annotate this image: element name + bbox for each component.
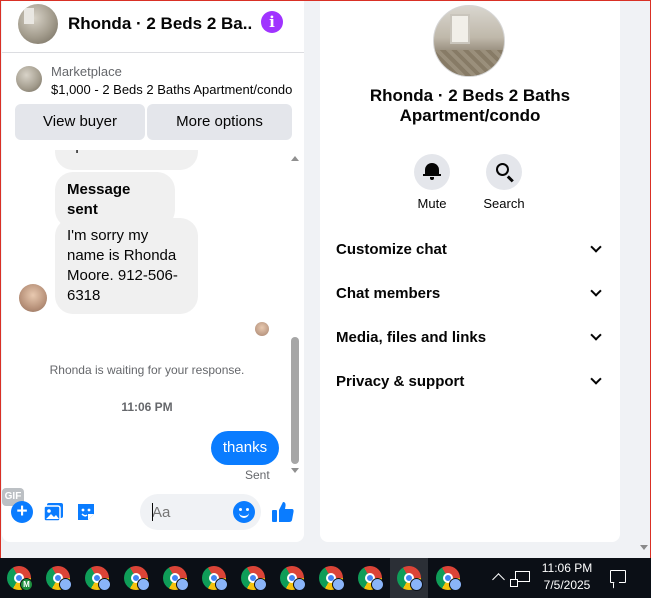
scroll-up-arrow-icon[interactable] <box>291 156 299 161</box>
system-clock[interactable]: 11:06 PM 7/5/2025 <box>532 560 602 594</box>
listing-summary[interactable]: $1,000 - 2 Beds 2 Baths Apartment/condo <box>51 82 292 97</box>
window-scroll-down-icon[interactable] <box>640 545 648 550</box>
sent-status: Sent <box>245 468 270 482</box>
profile-badge-icon <box>137 578 150 591</box>
more-options-button[interactable]: More options <box>147 104 292 140</box>
message-timestamp: 11:06 PM <box>121 400 173 414</box>
taskbar-chrome-app[interactable]: M <box>0 558 38 598</box>
clock-date: 7/5/2025 <box>543 578 591 592</box>
text-caret <box>152 503 153 521</box>
chat-scrollbar-thumb[interactable] <box>291 337 299 464</box>
marketplace-card: Marketplace $1,000 - 2 Beds 2 Baths Apar… <box>2 53 304 150</box>
mute-circle[interactable] <box>414 154 450 190</box>
message-list: 1pm Message sent I'm sorry my name is Rh… <box>2 150 304 482</box>
waiting-notice: Rhonda is waiting for your response. <box>49 363 245 377</box>
notification-icon[interactable] <box>610 570 626 583</box>
view-buyer-button[interactable]: View buyer <box>15 104 145 140</box>
scroll-down-arrow-icon[interactable] <box>291 468 299 473</box>
taskbar-chrome-app[interactable] <box>312 558 350 598</box>
read-receipt-avatar <box>255 322 269 336</box>
taskbar-chrome-app-active[interactable] <box>390 558 428 598</box>
profile-badge-icon <box>449 578 462 591</box>
conversation-info-panel: Rhonda · 2 Beds 2 Baths Apartment/condo … <box>320 0 620 542</box>
sticker-icon[interactable] <box>75 501 97 523</box>
taskbar-chrome-app[interactable] <box>234 558 272 598</box>
info-icon[interactable]: i <box>261 11 283 33</box>
plus-icon[interactable]: + <box>11 501 33 523</box>
message-composer: + GIF <box>2 488 304 536</box>
listing-avatar[interactable] <box>18 4 58 44</box>
privacy-support-section[interactable]: Privacy & support <box>320 361 620 405</box>
message-bubble[interactable]: 1pm <box>55 150 198 170</box>
profile-badge-icon <box>371 578 384 591</box>
chat-members-section[interactable]: Chat members <box>320 273 620 317</box>
bell-icon <box>423 163 441 180</box>
message-bubble[interactable]: I'm sorry my name is Rhonda Moore. 912-5… <box>55 218 198 314</box>
message-text: 1pm <box>67 150 186 156</box>
listing-thumbnail[interactable] <box>16 66 42 92</box>
chat-header[interactable]: Rhonda · 2 Beds 2 Ba... <box>2 0 304 48</box>
chat-title[interactable]: Rhonda · 2 Beds 2 Ba... <box>68 14 253 34</box>
customize-chat-section[interactable]: Customize chat <box>320 229 620 273</box>
chat-panel: Rhonda · 2 Beds 2 Ba... i Marketplace $1… <box>2 0 304 542</box>
clock-time: 11:06 PM <box>541 561 593 575</box>
profile-badge-icon: M <box>20 578 33 591</box>
section-label: Chat members <box>336 285 441 302</box>
section-label: Media, files and links <box>336 329 487 346</box>
conversation-title: Rhonda · 2 Beds 2 Baths Apartment/condo <box>369 86 571 125</box>
search-circle[interactable] <box>486 154 522 190</box>
taskbar-chrome-app[interactable] <box>78 558 116 598</box>
taskbar-chrome-app[interactable] <box>156 558 194 598</box>
network-icon[interactable] <box>510 571 530 587</box>
chevron-down-icon <box>590 285 602 297</box>
photo-icon[interactable] <box>43 501 65 523</box>
chevron-down-icon <box>590 373 602 385</box>
section-label: Privacy & support <box>336 373 465 390</box>
taskbar-chrome-app[interactable] <box>351 558 389 598</box>
search-button[interactable]: Search <box>474 154 534 211</box>
profile-badge-icon <box>215 578 228 591</box>
search-icon <box>496 163 509 176</box>
emoji-icon[interactable] <box>233 501 255 523</box>
profile-badge-icon <box>59 578 72 591</box>
profile-badge-icon <box>176 578 189 591</box>
chevron-down-icon <box>590 329 602 341</box>
profile-badge-icon <box>332 578 345 591</box>
section-label: Customize chat <box>336 241 447 258</box>
taskbar-chrome-app[interactable] <box>117 558 155 598</box>
listing-photo[interactable] <box>433 5 505 77</box>
taskbar-chrome-app[interactable] <box>195 558 233 598</box>
outgoing-message-bubble[interactable]: thanks <box>211 431 279 465</box>
mute-label: Mute <box>417 196 447 211</box>
taskbar-chrome-app[interactable] <box>39 558 77 598</box>
profile-badge-icon <box>98 578 111 591</box>
chevron-down-icon <box>590 241 602 253</box>
thumbs-up-icon[interactable] <box>271 500 295 524</box>
sender-avatar[interactable] <box>19 284 47 312</box>
media-files-links-section[interactable]: Media, files and links <box>320 317 620 361</box>
profile-badge-icon <box>254 578 267 591</box>
marketplace-label: Marketplace <box>51 64 122 79</box>
taskbar-chrome-app[interactable] <box>273 558 311 598</box>
profile-badge-icon <box>410 578 423 591</box>
taskbar-chrome-app[interactable] <box>429 558 467 598</box>
search-label: Search <box>483 196 525 211</box>
profile-badge-icon <box>293 578 306 591</box>
mute-button[interactable]: Mute <box>402 154 462 211</box>
